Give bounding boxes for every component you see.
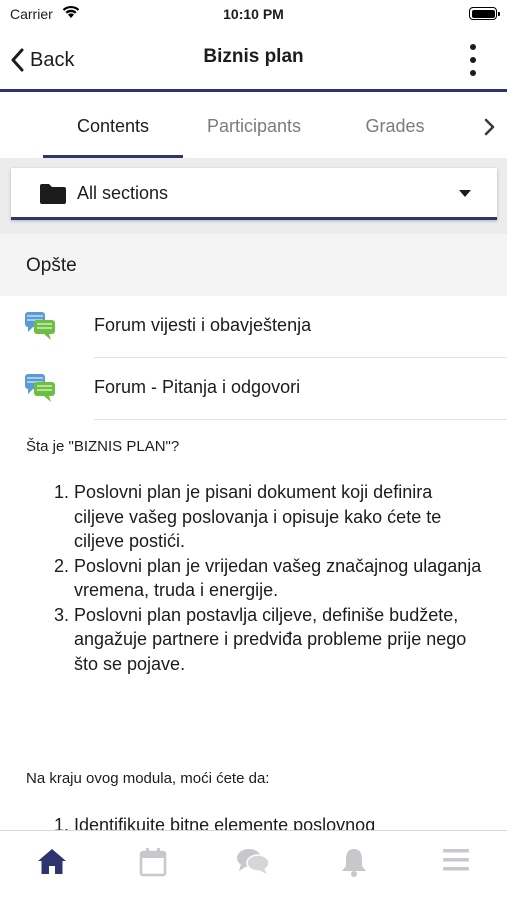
summary-intro: Na kraju ovog modula, moći ćete da: [26,770,270,787]
section-header: Opšte [0,234,507,296]
more-options-button[interactable] [463,44,483,76]
battery-icon [469,7,500,20]
list-item: Poslovni plan postavlja ciljeve, definiš… [74,603,486,677]
forum-icon [25,374,55,402]
more-dot [470,70,476,76]
folder-icon [40,184,66,204]
page-title: Biznis plan [203,46,304,67]
tab-grades[interactable]: Grades [340,95,450,158]
row-divider [94,419,507,420]
menu-icon[interactable] [442,847,470,873]
messages-icon[interactable] [236,847,270,875]
tab-participants[interactable]: Participants [190,95,318,158]
section-dropdown-value: All sections [77,183,169,203]
section-selector-area: All sections [0,158,507,234]
notifications-icon[interactable] [340,847,368,877]
home-icon[interactable] [36,847,68,875]
forum-icon [25,312,55,340]
summary-list: Poslovni plan je pisani dokument koji de… [26,480,486,676]
more-dot [470,44,476,50]
tab-contents[interactable]: Contents [43,95,183,158]
course-tabs: Contents Participants Grades [0,95,507,158]
section-dropdown[interactable]: All sections [11,168,497,220]
section-title: Opšte [26,255,77,276]
module-forum-news[interactable]: Forum vijesti i obavještenja [0,296,507,358]
chevron-right-icon[interactable] [483,118,495,136]
caret-down-icon [459,190,471,197]
status-bar: Carrier 10:10 PM [0,0,507,28]
module-forum-qa[interactable]: Forum - Pitanja i odgovori [0,358,507,420]
summary-heading: Šta je "BIZNIS PLAN"? [26,438,180,455]
list-item: Poslovni plan je vrijedan vašeg značajno… [74,554,486,603]
list-item: Poslovni plan je pisani dokument koji de… [74,480,486,554]
more-dot [470,57,476,63]
status-time: 10:10 PM [223,6,284,22]
section-summary: Šta je "BIZNIS PLAN"? Poslovni plan je p… [26,438,486,835]
module-label: Forum vijesti i obavještenja [94,315,312,335]
bottom-tab-bar [0,830,507,900]
module-label: Forum - Pitanja i odgovori [94,377,301,397]
calendar-icon[interactable] [139,847,167,877]
navigation-bar: Back Biznis plan [0,28,507,92]
